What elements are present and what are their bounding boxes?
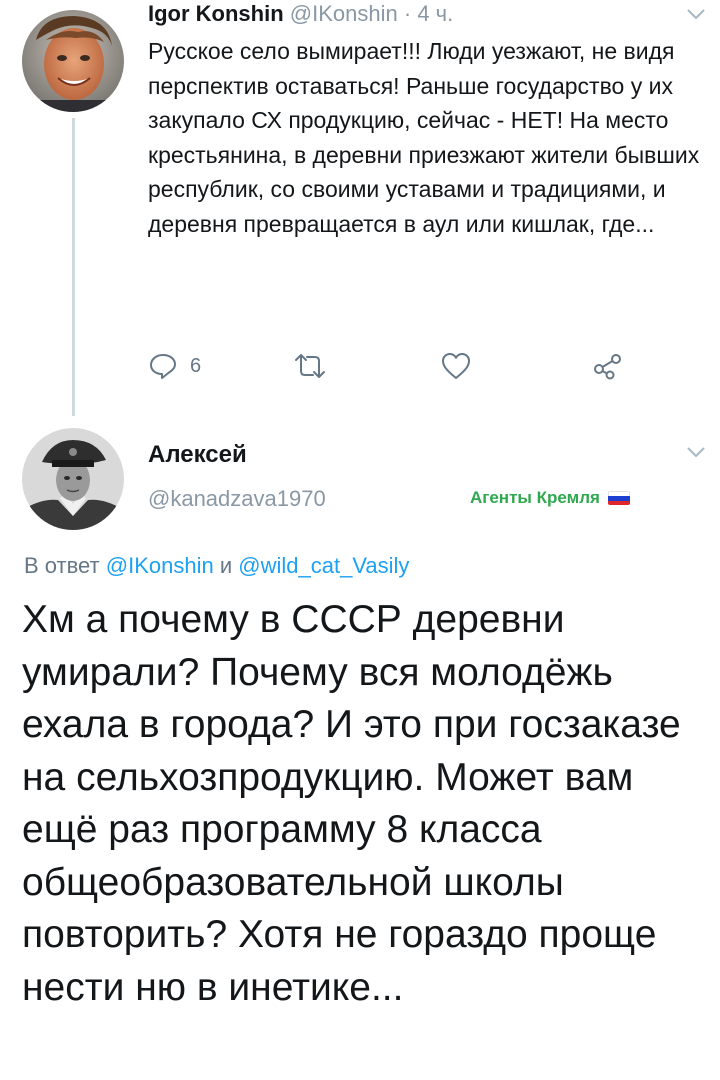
reply-count: 6 [190,354,202,377]
user-label-text: Агенты Кремля [470,488,600,507]
tweet-1-separator: · [403,1,412,26]
thread-connector-line [72,118,75,416]
tweet-1-author-handle[interactable]: @IKonshin [290,1,398,26]
reply-context: В ответ @IKonshin и @wild_cat_Vasily [24,551,409,581]
like-button[interactable] [440,348,472,384]
share-button[interactable] [592,348,624,384]
tweet-1-header: Igor Konshin @IKonshin · 4 ч. [148,0,453,28]
chevron-down-icon[interactable] [686,446,706,458]
tweet-1-time[interactable]: 4 ч. [417,1,453,26]
user-label-badge: Агенты Кремля [470,486,630,510]
tweet-thread-screen: Igor Konshin @IKonshin · 4 ч. Русское се… [0,0,720,1080]
tweet-1-text: Русское село вымирает!!! Люди уезжают, н… [148,38,700,237]
tweet-2-author-name[interactable]: Алексей [148,440,247,470]
heart-icon [442,353,470,379]
tweet-1-actions: 6 [148,348,628,384]
russian-flag-icon [607,491,630,505]
alexey-avatar[interactable] [22,428,124,530]
reply-icon [150,354,176,379]
avatar-photo [22,428,124,530]
retweet-button[interactable] [292,348,328,384]
reply-conjunction: и [219,553,233,578]
retweet-icon [295,354,325,378]
avatar-photo [22,10,124,112]
mention-link-wild-cat-vasily[interactable]: @wild_cat_Vasily [238,553,409,578]
mention-link-ikonshin[interactable]: @IKonshin [106,553,214,578]
tweet-1-author-name[interactable]: Igor Konshin [148,1,284,26]
reply-button[interactable]: 6 [148,348,201,384]
tweet-2-author-handle[interactable]: @kanadzava1970 [148,484,326,514]
igor-avatar[interactable] [22,10,124,112]
reply-prefix: В ответ [24,553,100,578]
share-icon [594,354,621,380]
tweet-2-text: Хм а почему в СССР деревни умирали? Поче… [22,598,681,1009]
chevron-down-icon[interactable] [686,8,706,20]
